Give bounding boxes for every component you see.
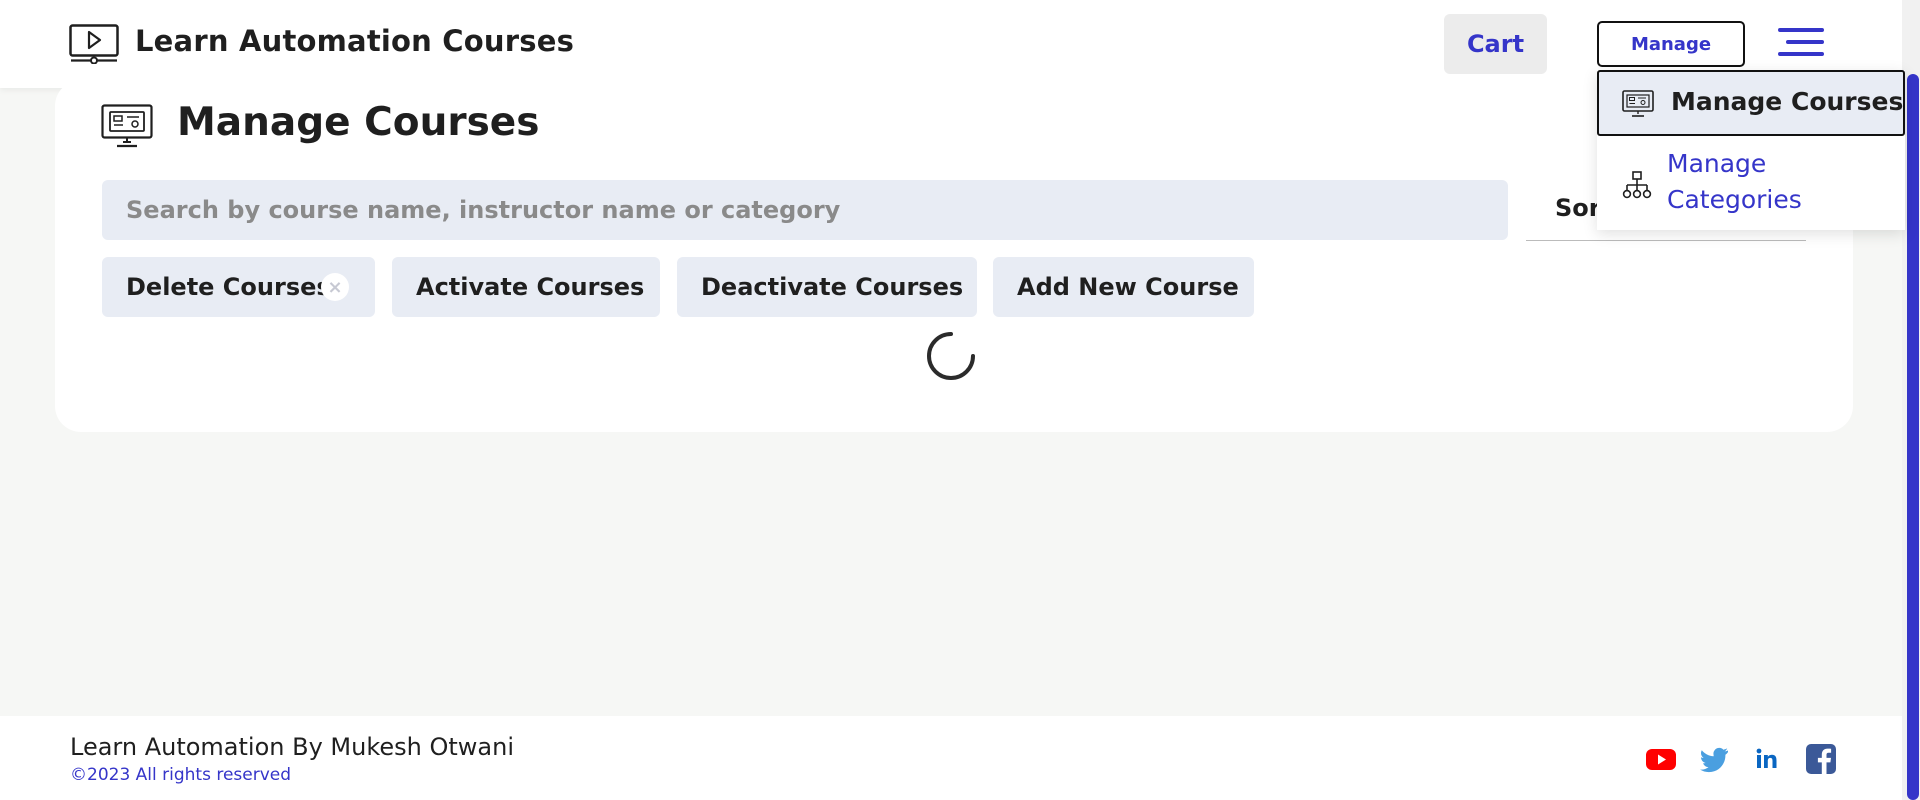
app-title[interactable]: Learn Automation Courses [135,24,574,58]
menu-item-label: Manage Categories [1667,149,1802,214]
menu-item-manage-categories[interactable]: Manage Categories [1597,146,1905,230]
hierarchy-icon [1622,171,1652,199]
loading-spinner-icon [927,332,975,380]
deactivate-courses-button[interactable]: Deactivate Courses [677,257,977,317]
menu-item-manage-courses[interactable]: Manage Courses [1597,70,1905,136]
footer-title: Learn Automation By Mukesh Otwani [70,733,514,761]
add-new-course-button[interactable]: Add New Course [993,257,1254,317]
video-monitor-icon[interactable] [69,24,119,64]
sort-label: Sor [1555,194,1601,222]
page-title: Manage Courses [177,100,540,145]
manage-menu-button[interactable]: Manage [1597,21,1745,67]
hamburger-menu-icon[interactable] [1778,28,1824,58]
menu-item-label: Manage Courses [1671,87,1904,116]
activate-courses-button[interactable]: Activate Courses [392,257,660,317]
delete-courses-label: Delete Courses [126,273,331,301]
close-icon[interactable]: × [321,273,349,301]
scrollbar-thumb[interactable] [1907,74,1919,800]
manage-dropdown-menu: Manage Courses Manage Categories [1597,70,1905,230]
linkedin-icon[interactable] [1751,743,1783,775]
youtube-icon[interactable] [1645,743,1677,775]
search-input[interactable] [102,180,1508,240]
footer: Learn Automation By Mukesh Otwani ©2023 … [0,716,1902,800]
cart-button[interactable]: Cart [1444,14,1547,74]
delete-courses-button[interactable]: Delete Courses × [102,257,375,317]
twitter-icon[interactable] [1698,743,1730,775]
footer-copyright: ©2023 All rights reserved [70,765,292,785]
monitor-dashboard-icon [101,104,153,148]
facebook-icon[interactable] [1805,743,1837,775]
monitor-dashboard-icon [1622,90,1654,117]
